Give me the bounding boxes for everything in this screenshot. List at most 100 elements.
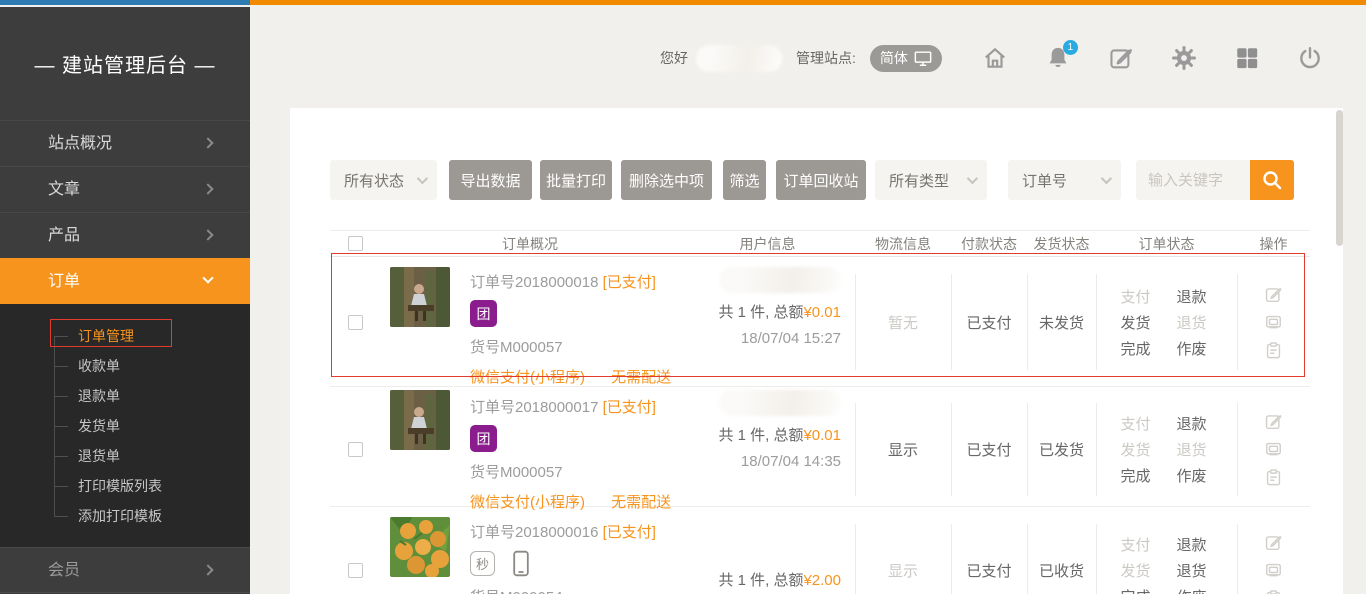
sidebar-item-articles[interactable]: 文章 [0, 166, 250, 212]
action-void[interactable]: 作废 [1177, 586, 1207, 594]
action-return[interactable]: 退货 [1177, 312, 1207, 333]
action-refund[interactable]: 退款 [1177, 534, 1207, 555]
bell-icon[interactable]: 1 [1045, 45, 1071, 71]
col-header-order-summary: 订单概况 [380, 231, 680, 256]
row-checkbox[interactable] [348, 315, 363, 330]
action-return[interactable]: 退货 [1177, 439, 1207, 460]
order-number: 订单号2018000017 [470, 399, 598, 416]
redacted-username [719, 390, 841, 416]
action-void[interactable]: 作废 [1177, 338, 1207, 359]
action-pay[interactable]: 支付 [1121, 286, 1151, 307]
notification-badge: 1 [1063, 40, 1078, 55]
sidebar-item-label: 站点概况 [48, 135, 112, 152]
dropdown-value: 订单号 [1022, 170, 1067, 191]
home-icon[interactable] [982, 45, 1008, 71]
order-recycle-bin-button[interactable]: 订单回收站 [776, 160, 866, 200]
filter-bar: 所有状态 导出数据 批量打印 删除选中项 筛选 订单回收站 所有类型 订单号 [330, 160, 1294, 200]
grid-icon[interactable] [1234, 45, 1260, 71]
order-status-actions: 支付 退款 发货 退货 完成 作废 [1121, 411, 1225, 489]
chevron-right-icon [202, 229, 213, 240]
flash-sale-badge: 秒 [470, 551, 495, 576]
redacted-username [696, 45, 782, 72]
print-icon[interactable] [1264, 313, 1283, 332]
edit-icon[interactable] [1264, 412, 1283, 431]
clipboard-icon[interactable] [1264, 341, 1283, 360]
filter-button[interactable]: 筛选 [723, 160, 766, 200]
search-input[interactable] [1136, 160, 1250, 200]
order-datetime: 18/07/04 14:35 [741, 453, 841, 470]
col-header-payment-status: 付款状态 [951, 231, 1027, 256]
sidebar-item-orders[interactable]: 订单 [0, 258, 250, 304]
product-image [390, 390, 450, 450]
chevron-right-icon [202, 137, 213, 148]
edit-icon[interactable] [1264, 285, 1283, 304]
submenu-item-return-orders[interactable]: 退货单 [0, 441, 250, 471]
admin-backend-screen: — 建站管理后台 — 站点概况 文章 产品 订单 订单管理 收款单 退款单 发货… [0, 0, 1366, 594]
search-button[interactable] [1250, 160, 1294, 200]
order-amount: ¥0.01 [803, 427, 841, 444]
submenu-item-shipping-orders[interactable]: 发货单 [0, 411, 250, 441]
clipboard-icon[interactable] [1264, 468, 1283, 487]
status-filter-dropdown[interactable]: 所有状态 [330, 160, 437, 200]
topbar: 您好 管理站点: 简体 1 [660, 40, 1323, 76]
submenu-item-add-print-template[interactable]: 添加打印模板 [0, 501, 250, 531]
sidebar-item-label: 订单 [48, 273, 80, 290]
submenu-item-print-template-list[interactable]: 打印模版列表 [0, 471, 250, 501]
compose-icon[interactable] [1108, 45, 1134, 71]
action-refund[interactable]: 退款 [1177, 413, 1207, 434]
chevron-right-icon [202, 183, 213, 194]
type-filter-dropdown[interactable]: 所有类型 [875, 160, 987, 200]
sidebar-item-members[interactable]: 会员 [0, 547, 250, 593]
action-pay[interactable]: 支付 [1121, 413, 1151, 434]
power-icon[interactable] [1297, 45, 1323, 71]
export-data-button[interactable]: 导出数据 [449, 160, 532, 200]
action-refund[interactable]: 退款 [1177, 286, 1207, 307]
delete-selected-button[interactable]: 删除选中项 [621, 160, 712, 200]
select-all-checkbox[interactable] [348, 236, 363, 251]
order-amount: ¥2.00 [803, 572, 841, 589]
order-status-actions: 支付 退款 发货 退货 完成 作废 [1121, 283, 1225, 361]
print-icon[interactable] [1264, 440, 1283, 459]
action-complete[interactable]: 完成 [1121, 586, 1151, 594]
action-ship[interactable]: 发货 [1121, 312, 1151, 333]
delivery-method: 无需配送 [611, 369, 671, 386]
shipping-status: 已收货 [1039, 560, 1084, 581]
scrollbar-thumb[interactable] [1336, 110, 1343, 246]
sidebar-item-site-overview[interactable]: 站点概况 [0, 120, 250, 166]
sidebar-item-products[interactable]: 产品 [0, 212, 250, 258]
edit-icon[interactable] [1264, 533, 1283, 552]
user-info-cell: 共 1 件, 总额¥2.00 [680, 507, 855, 594]
batch-print-button[interactable]: 批量打印 [540, 160, 612, 200]
action-void[interactable]: 作废 [1177, 465, 1207, 486]
action-ship[interactable]: 发货 [1121, 439, 1151, 460]
print-icon[interactable] [1264, 561, 1283, 580]
sku-number: 货号M000054 [470, 586, 563, 594]
search-field-dropdown[interactable]: 订单号 [1008, 160, 1121, 200]
greeting-label: 您好 [660, 48, 688, 68]
user-info-cell: 共 1 件, 总额¥0.01 18/07/04 14:35 [680, 387, 855, 512]
action-ship[interactable]: 发货 [1121, 560, 1151, 581]
group-buy-badge: 团 [470, 425, 497, 452]
row-checkbox[interactable] [348, 563, 363, 578]
language-button[interactable]: 简体 [870, 45, 942, 72]
submenu-item-refund-orders[interactable]: 退款单 [0, 381, 250, 411]
action-return[interactable]: 退货 [1177, 560, 1207, 581]
chevron-right-icon [202, 564, 213, 575]
gear-icon[interactable] [1171, 45, 1197, 71]
sidebar-item-label: 文章 [48, 181, 80, 198]
submenu-item-order-management[interactable]: 订单管理 [0, 321, 250, 351]
col-header-shipping-status: 发货状态 [1027, 231, 1096, 256]
action-complete[interactable]: 完成 [1121, 338, 1151, 359]
table-row: 订单号2018000016 [已支付] 秒 货号M000054 共 1 件, 总… [330, 507, 1310, 594]
submenu-item-receipts[interactable]: 收款单 [0, 351, 250, 381]
logistics-status: 显示 [888, 560, 918, 581]
action-pay[interactable]: 支付 [1121, 534, 1151, 555]
order-summary-cell: 订单号2018000016 [已支付] 秒 货号M000054 [380, 507, 680, 594]
action-complete[interactable]: 完成 [1121, 465, 1151, 486]
clipboard-icon[interactable] [1264, 589, 1283, 594]
sidebar: — 建站管理后台 — 站点概况 文章 产品 订单 订单管理 收款单 退款单 发货… [0, 7, 250, 594]
payment-status: 已支付 [966, 312, 1011, 333]
order-amount: ¥0.01 [803, 304, 841, 321]
row-checkbox[interactable] [348, 442, 363, 457]
phone-icon [513, 550, 529, 577]
